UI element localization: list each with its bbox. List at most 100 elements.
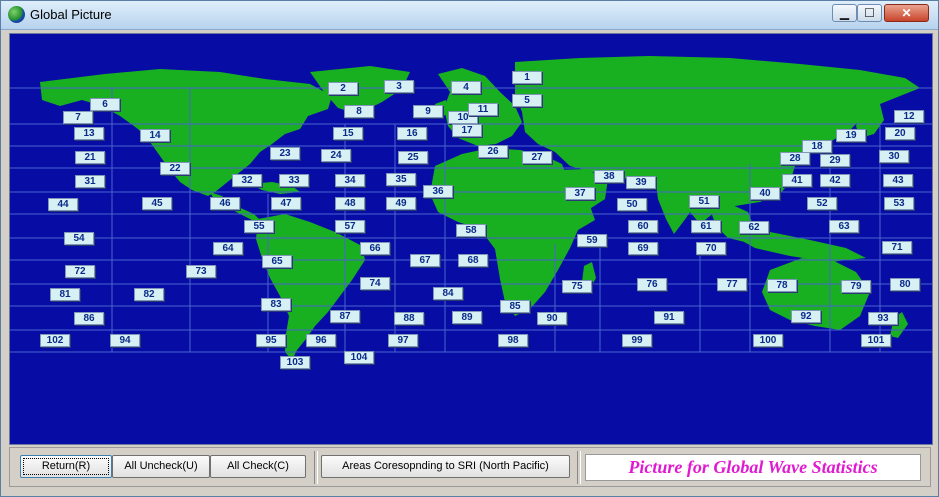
zone-73-checkbox[interactable]: 73 — [186, 265, 216, 278]
sri-areas-button[interactable]: Areas Coresopnding to SRI (North Pacific… — [321, 455, 570, 478]
maximize-button[interactable]: ☐ — [857, 4, 882, 22]
zone-75-checkbox[interactable]: 75 — [562, 280, 592, 293]
zone-34-checkbox[interactable]: 34 — [335, 174, 365, 187]
zone-39-checkbox[interactable]: 39 — [626, 176, 656, 189]
zone-3-checkbox[interactable]: 3 — [384, 80, 414, 93]
zone-69-checkbox[interactable]: 69 — [628, 242, 658, 255]
zone-24-checkbox[interactable]: 24 — [321, 149, 351, 162]
zone-9-checkbox[interactable]: 9 — [413, 105, 443, 118]
zone-20-checkbox[interactable]: 20 — [885, 127, 915, 140]
zone-19-checkbox[interactable]: 19 — [836, 129, 866, 142]
zone-25-checkbox[interactable]: 25 — [398, 151, 428, 164]
zone-93-checkbox[interactable]: 93 — [868, 312, 898, 325]
zone-81-checkbox[interactable]: 81 — [50, 288, 80, 301]
zone-59-checkbox[interactable]: 59 — [577, 234, 607, 247]
zone-40-checkbox[interactable]: 40 — [750, 187, 780, 200]
zone-90-checkbox[interactable]: 90 — [537, 312, 567, 325]
zone-15-checkbox[interactable]: 15 — [333, 127, 363, 140]
zone-50-checkbox[interactable]: 50 — [617, 198, 647, 211]
zone-96-checkbox[interactable]: 96 — [306, 334, 336, 347]
zone-102-checkbox[interactable]: 102 — [40, 334, 70, 347]
zone-41-checkbox[interactable]: 41 — [782, 174, 812, 187]
zone-1-checkbox[interactable]: 1 — [512, 71, 542, 84]
zone-84-checkbox[interactable]: 84 — [433, 287, 463, 300]
zone-4-checkbox[interactable]: 4 — [451, 81, 481, 94]
zone-100-checkbox[interactable]: 100 — [753, 334, 783, 347]
zone-68-checkbox[interactable]: 68 — [458, 254, 488, 267]
zone-62-checkbox[interactable]: 62 — [739, 221, 769, 234]
zone-11-checkbox[interactable]: 11 — [468, 103, 498, 116]
zone-80-checkbox[interactable]: 80 — [890, 278, 920, 291]
zone-46-checkbox[interactable]: 46 — [210, 197, 240, 210]
zone-103-checkbox[interactable]: 103 — [280, 356, 310, 369]
zone-70-checkbox[interactable]: 70 — [696, 242, 726, 255]
zone-29-checkbox[interactable]: 29 — [820, 154, 850, 167]
zone-66-checkbox[interactable]: 66 — [360, 242, 390, 255]
zone-72-checkbox[interactable]: 72 — [65, 265, 95, 278]
zone-53-checkbox[interactable]: 53 — [884, 197, 914, 210]
zone-27-checkbox[interactable]: 27 — [522, 151, 552, 164]
zone-71-checkbox[interactable]: 71 — [882, 241, 912, 254]
zone-31-checkbox[interactable]: 31 — [75, 175, 105, 188]
zone-55-checkbox[interactable]: 55 — [244, 220, 274, 233]
zone-99-checkbox[interactable]: 99 — [622, 334, 652, 347]
zone-65-checkbox[interactable]: 65 — [262, 255, 292, 268]
zone-35-checkbox[interactable]: 35 — [386, 173, 416, 186]
zone-17-checkbox[interactable]: 17 — [452, 124, 482, 137]
zone-5-checkbox[interactable]: 5 — [512, 94, 542, 107]
zone-89-checkbox[interactable]: 89 — [452, 311, 482, 324]
zone-95-checkbox[interactable]: 95 — [256, 334, 286, 347]
zone-88-checkbox[interactable]: 88 — [394, 312, 424, 325]
zone-87-checkbox[interactable]: 87 — [330, 310, 360, 323]
zone-97-checkbox[interactable]: 97 — [388, 334, 418, 347]
zone-6-checkbox[interactable]: 6 — [90, 98, 120, 111]
zone-47-checkbox[interactable]: 47 — [271, 197, 301, 210]
zone-38-checkbox[interactable]: 38 — [594, 170, 624, 183]
zone-92-checkbox[interactable]: 92 — [791, 310, 821, 323]
zone-14-checkbox[interactable]: 14 — [140, 129, 170, 142]
zone-37-checkbox[interactable]: 37 — [565, 187, 595, 200]
zone-7-checkbox[interactable]: 7 — [63, 111, 93, 124]
zone-58-checkbox[interactable]: 58 — [456, 224, 486, 237]
close-button[interactable]: ✕ — [884, 4, 929, 22]
zone-57-checkbox[interactable]: 57 — [335, 220, 365, 233]
zone-52-checkbox[interactable]: 52 — [807, 197, 837, 210]
zone-16-checkbox[interactable]: 16 — [397, 127, 427, 140]
zone-30-checkbox[interactable]: 30 — [879, 150, 909, 163]
zone-101-checkbox[interactable]: 101 — [861, 334, 891, 347]
all-uncheck-button[interactable]: All Uncheck(U) — [112, 455, 210, 478]
zone-76-checkbox[interactable]: 76 — [637, 278, 667, 291]
zone-64-checkbox[interactable]: 64 — [213, 242, 243, 255]
zone-23-checkbox[interactable]: 23 — [270, 147, 300, 160]
zone-82-checkbox[interactable]: 82 — [134, 288, 164, 301]
zone-78-checkbox[interactable]: 78 — [767, 279, 797, 292]
zone-54-checkbox[interactable]: 54 — [64, 232, 94, 245]
zone-22-checkbox[interactable]: 22 — [160, 162, 190, 175]
zone-43-checkbox[interactable]: 43 — [883, 174, 913, 187]
zone-12-checkbox[interactable]: 12 — [894, 110, 924, 123]
zone-2-checkbox[interactable]: 2 — [328, 82, 358, 95]
zone-91-checkbox[interactable]: 91 — [654, 311, 684, 324]
zone-42-checkbox[interactable]: 42 — [820, 174, 850, 187]
zone-28-checkbox[interactable]: 28 — [780, 152, 810, 165]
zone-32-checkbox[interactable]: 32 — [232, 174, 262, 187]
zone-63-checkbox[interactable]: 63 — [829, 220, 859, 233]
zone-36-checkbox[interactable]: 36 — [423, 185, 453, 198]
zone-83-checkbox[interactable]: 83 — [261, 298, 291, 311]
zone-98-checkbox[interactable]: 98 — [498, 334, 528, 347]
zone-21-checkbox[interactable]: 21 — [75, 151, 105, 164]
zone-85-checkbox[interactable]: 85 — [500, 300, 530, 313]
return-button[interactable]: Return(R) — [20, 455, 112, 478]
zone-86-checkbox[interactable]: 86 — [74, 312, 104, 325]
all-check-button[interactable]: All Check(C) — [210, 455, 306, 478]
zone-44-checkbox[interactable]: 44 — [48, 198, 78, 211]
zone-79-checkbox[interactable]: 79 — [841, 280, 871, 293]
zone-45-checkbox[interactable]: 45 — [142, 197, 172, 210]
minimize-button[interactable]: ▁ — [832, 4, 857, 22]
zone-74-checkbox[interactable]: 74 — [360, 277, 390, 290]
zone-77-checkbox[interactable]: 77 — [717, 278, 747, 291]
zone-8-checkbox[interactable]: 8 — [344, 105, 374, 118]
zone-48-checkbox[interactable]: 48 — [335, 197, 365, 210]
zone-104-checkbox[interactable]: 104 — [344, 351, 374, 364]
zone-26-checkbox[interactable]: 26 — [478, 145, 508, 158]
